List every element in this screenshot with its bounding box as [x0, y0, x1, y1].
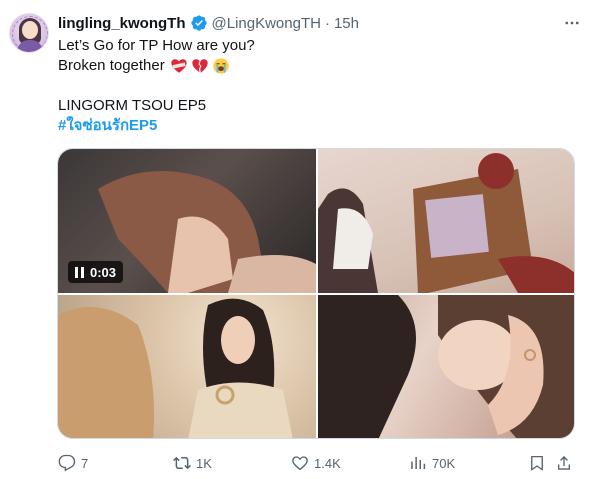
tweet-header: lingling_kwongTh @LingKwongTH · 15h	[58, 13, 359, 33]
reply-count: 7	[81, 455, 89, 471]
bookmark-button[interactable]	[528, 452, 546, 474]
repost-button[interactable]: 1K	[173, 452, 212, 474]
like-button[interactable]: 1.4K	[291, 452, 341, 474]
image-2-scene	[318, 153, 574, 293]
tweet-text-line-1: Let’s Go for TP How are you?	[58, 37, 255, 54]
repost-count: 1K	[196, 455, 212, 471]
media-image-4[interactable]	[318, 295, 574, 438]
tweet-text-line-2-label: Broken together	[58, 57, 165, 74]
views-button[interactable]: 70K	[409, 452, 455, 474]
bandaged-heart-icon	[170, 57, 188, 75]
handle[interactable]: @LingKwongTH	[212, 15, 321, 32]
image-4-scene	[318, 295, 574, 438]
media-image-3[interactable]	[58, 295, 316, 438]
action-bar: 7 1K 1.4K 70K	[58, 452, 578, 474]
tweet-text-line-2: Broken together	[58, 56, 230, 76]
media-image-2[interactable]	[318, 149, 574, 293]
display-name[interactable]: lingling_kwongTh	[58, 15, 186, 32]
views-count: 70K	[432, 455, 456, 471]
repost-icon	[173, 456, 191, 470]
bookmark-icon	[531, 455, 543, 471]
tweet[interactable]: lingling_kwongTh @LingKwongTH · 15h Let’…	[0, 0, 590, 479]
more-icon[interactable]	[561, 13, 583, 33]
share-icon	[558, 455, 570, 470]
pause-icon	[75, 266, 84, 278]
views-icon	[411, 457, 426, 469]
media-video-thumbnail[interactable]: 0:03	[58, 149, 316, 293]
broken-heart-icon	[191, 57, 209, 75]
timestamp[interactable]: 15h	[334, 15, 359, 32]
like-count: 1.4K	[314, 455, 341, 471]
hashtag-link[interactable]: #ใจซ่อนรักEP5	[58, 116, 157, 136]
verified-badge-icon	[190, 14, 208, 32]
media-grid: 0:03	[57, 148, 575, 439]
reply-button[interactable]: 7	[58, 452, 88, 474]
video-duration: 0:03	[90, 264, 117, 280]
reply-icon	[58, 454, 76, 472]
separator-dot: ·	[324, 14, 330, 32]
avatar-face	[22, 21, 38, 39]
like-icon	[292, 456, 308, 471]
loudly-crying-face-icon	[212, 57, 230, 75]
avatar[interactable]	[9, 13, 49, 53]
image-3-scene	[58, 298, 293, 438]
share-button[interactable]	[555, 452, 573, 474]
video-duration-badge[interactable]: 0:03	[68, 261, 124, 283]
tweet-text-line-3: LINGORM TSOU EP5	[58, 97, 207, 114]
